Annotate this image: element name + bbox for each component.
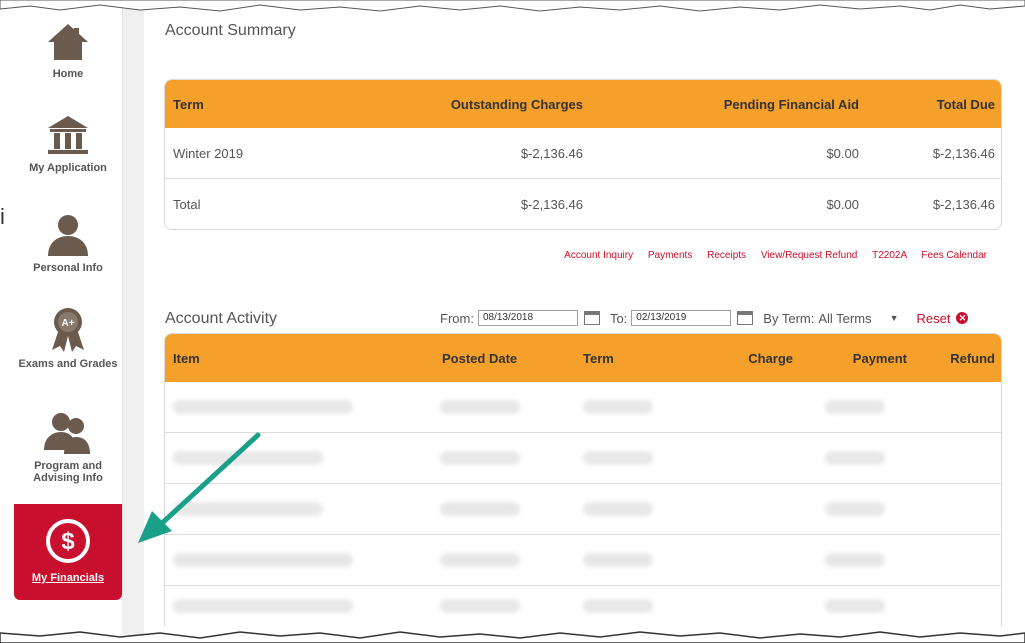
chevron-down-icon[interactable]: ▼ [890,313,899,323]
row-pending-aid: $0.00 [826,145,859,161]
header-charge: Charge [748,350,793,366]
row-outstanding: $-2,136.46 [520,196,583,212]
link-fees-calendar[interactable]: Fees Calendar [921,250,987,261]
link-account-inquiry[interactable]: Account Inquiry [564,250,633,261]
row-term: Total [173,196,201,212]
table-row [165,585,1001,626]
institution-icon [48,116,88,154]
blurred-cell [825,433,885,483]
screenshot-frame: i Home My Application Personal Info A+ E… [0,0,1025,643]
annotation-arrow [138,432,261,543]
blurred-cell [440,433,520,483]
by-term-select[interactable]: All Terms [818,311,871,326]
blurred-cell [825,382,885,432]
table-row [165,483,1001,534]
sidebar-item-home[interactable]: Home [14,22,122,80]
account-activity-header: Item Posted Date Term Charge Payment Ref… [165,334,1001,382]
by-term-label: By Term: [763,310,815,326]
from-date-input[interactable]: 08/13/2018 [477,310,578,326]
header-pending-financial-aid: Pending Financial Aid [723,96,859,112]
account-activity-title: Account Activity [165,310,278,327]
table-row: Winter 2019 $-2,136.46 $0.00 $-2,136.46 [165,128,1001,178]
blurred-cell [583,586,653,626]
account-summary-header: Term Outstanding Charges Pending Financi… [165,80,1001,128]
sidebar-item-my-financials[interactable]: $ My Financials [14,504,122,600]
row-pending-aid: $0.00 [826,196,859,212]
sidebar-item-my-application[interactable]: My Application [14,114,122,174]
blurred-cell [440,535,520,585]
link-t2202a[interactable]: T2202A [872,250,906,261]
to-date-input[interactable]: 02/13/2019 [631,310,732,326]
award-ribbon-icon: A+ [52,308,84,352]
row-total-due: $-2,136.46 [932,145,995,161]
sidebar-item-personal-info[interactable]: Personal Info [14,212,122,274]
sidebar-item-exams-grades[interactable]: A+ Exams and Grades [14,306,122,370]
reset-button[interactable]: Reset ✕ [917,311,969,326]
activity-filters: From: 08/13/2018 To: 02/13/2019 By Term:… [440,310,969,326]
svg-text:$: $ [61,528,75,555]
blurred-cell [440,382,520,432]
home-icon [48,24,88,60]
sidebar-item-program-advising[interactable]: Program and Advising Info [14,410,122,484]
dollar-circle-icon: $ [46,519,90,563]
close-circle-icon: ✕ [956,312,969,324]
row-term: Winter 2019 [173,145,244,161]
svg-text:A+: A+ [61,318,74,329]
person-icon [48,215,88,256]
blurred-cell [583,433,653,483]
header-term: Term [583,350,614,366]
blurred-cell [440,586,520,626]
torn-edge-top [0,0,1025,12]
torn-edge-bottom [0,631,1025,643]
link-receipts[interactable]: Receipts [707,250,746,261]
header-total-due: Total Due [936,96,995,112]
header-refund: Refund [950,350,995,366]
row-total-due: $-2,136.46 [932,196,995,212]
table-row [165,382,1001,432]
link-payments[interactable]: Payments [648,250,692,261]
account-summary-table: Term Outstanding Charges Pending Financi… [164,79,1002,230]
to-label: To: [609,310,628,326]
blurred-cell [440,484,520,534]
header-item: Item [173,350,200,366]
account-summary-title: Account Summary [165,22,296,39]
reset-label: Reset [916,310,951,326]
blurred-cell [583,535,653,585]
link-view-request-refund[interactable]: View/Request Refund [761,250,858,261]
blurred-cell [583,382,653,432]
table-row-total: Total $-2,136.46 $0.00 $-2,136.46 [165,178,1001,229]
calendar-icon[interactable] [737,311,754,325]
table-row [165,534,1001,585]
header-term: Term [173,96,204,112]
blurred-cell [173,586,353,626]
main-content: Account Summary Term Outstanding Charges… [144,0,1025,643]
header-outstanding-charges: Outstanding Charges [450,96,583,112]
blurred-cell [825,484,885,534]
header-posted-date: Posted Date [442,350,518,366]
partial-text-fragment: i [0,204,5,229]
row-outstanding: $-2,136.46 [520,145,583,161]
account-activity-table: Item Posted Date Term Charge Payment Ref… [164,333,1002,626]
from-label: From: [440,310,474,326]
calendar-icon[interactable] [583,311,600,325]
blurred-cell [583,484,653,534]
account-links: Account Inquiry Payments Receipts View/R… [552,250,987,261]
table-row [165,432,1001,483]
sidebar-nav: Home My Application Personal Info A+ Exa… [14,0,123,600]
blurred-cell [825,586,885,626]
blurred-cell [825,535,885,585]
people-icon [44,413,90,454]
header-payment: Payment [852,350,907,366]
